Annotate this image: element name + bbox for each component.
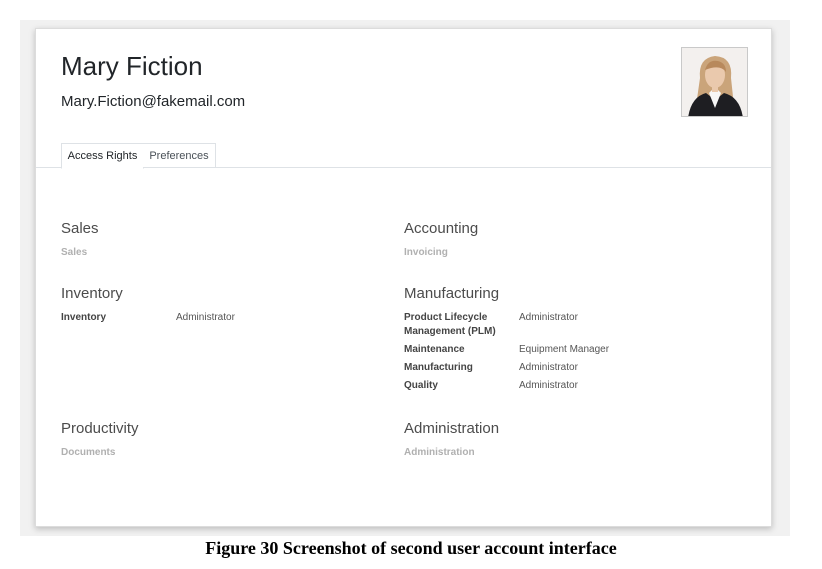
group-title: Productivity [61,420,139,437]
group-administration: Administration Administration [404,420,734,464]
access-value[interactable]: Administrator [519,361,578,375]
access-row[interactable]: Documents [61,446,391,460]
access-row[interactable]: Invoicing [404,246,734,260]
group-title: Accounting [404,220,479,237]
access-label: Documents [61,447,116,458]
group-title: Manufacturing [404,285,500,302]
form-tabs: Access Rights Preferences [36,143,771,169]
user-name[interactable]: Mary Fiction [61,51,203,82]
access-value[interactable]: Administrator [519,379,578,393]
group-manufacturing: Manufacturing Product Lifecycle Manageme… [404,285,734,397]
tab-access-rights[interactable]: Access Rights [61,143,144,169]
access-label: Manufacturing [404,362,473,373]
access-row[interactable]: Sales [61,246,391,260]
access-value[interactable]: Administrator [176,311,235,325]
group-productivity: Productivity Documents [61,420,391,464]
access-row[interactable]: Manufacturing Administrator [404,361,734,375]
access-label: Administration [404,447,475,458]
user-email[interactable]: Mary.Fiction@fakemail.com [61,93,245,110]
access-label: Sales [61,247,88,258]
access-row[interactable]: Product Lifecycle Management (PLM) Admin… [404,311,734,339]
group-inventory: Inventory Inventory Administrator [61,285,391,329]
access-row[interactable]: Inventory Administrator [61,311,391,325]
access-label: Maintenance [404,344,465,355]
access-label: Product Lifecycle Management (PLM) [404,312,496,337]
group-title: Inventory [61,285,123,302]
access-label: Quality [404,380,438,391]
user-avatar[interactable] [681,47,748,117]
access-value[interactable]: Administrator [519,311,578,339]
access-label: Invoicing [404,247,448,258]
tab-preferences[interactable]: Preferences [143,143,216,168]
access-label: Inventory [61,312,107,323]
access-value[interactable]: Equipment Manager [519,343,609,357]
group-title: Sales [61,220,99,237]
user-form-card: Mary Fiction Mary.Fiction@fakemail.com A… [35,28,772,527]
access-row[interactable]: Administration [404,446,734,460]
access-row[interactable]: Maintenance Equipment Manager [404,343,734,357]
access-row[interactable]: Quality Administrator [404,379,734,393]
group-title: Administration [404,420,500,437]
figure-caption: Figure 30 Screenshot of second user acco… [205,538,617,558]
group-sales: Sales Sales [61,220,391,264]
group-accounting: Accounting Invoicing [404,220,734,264]
user-photo-icon [682,48,747,116]
